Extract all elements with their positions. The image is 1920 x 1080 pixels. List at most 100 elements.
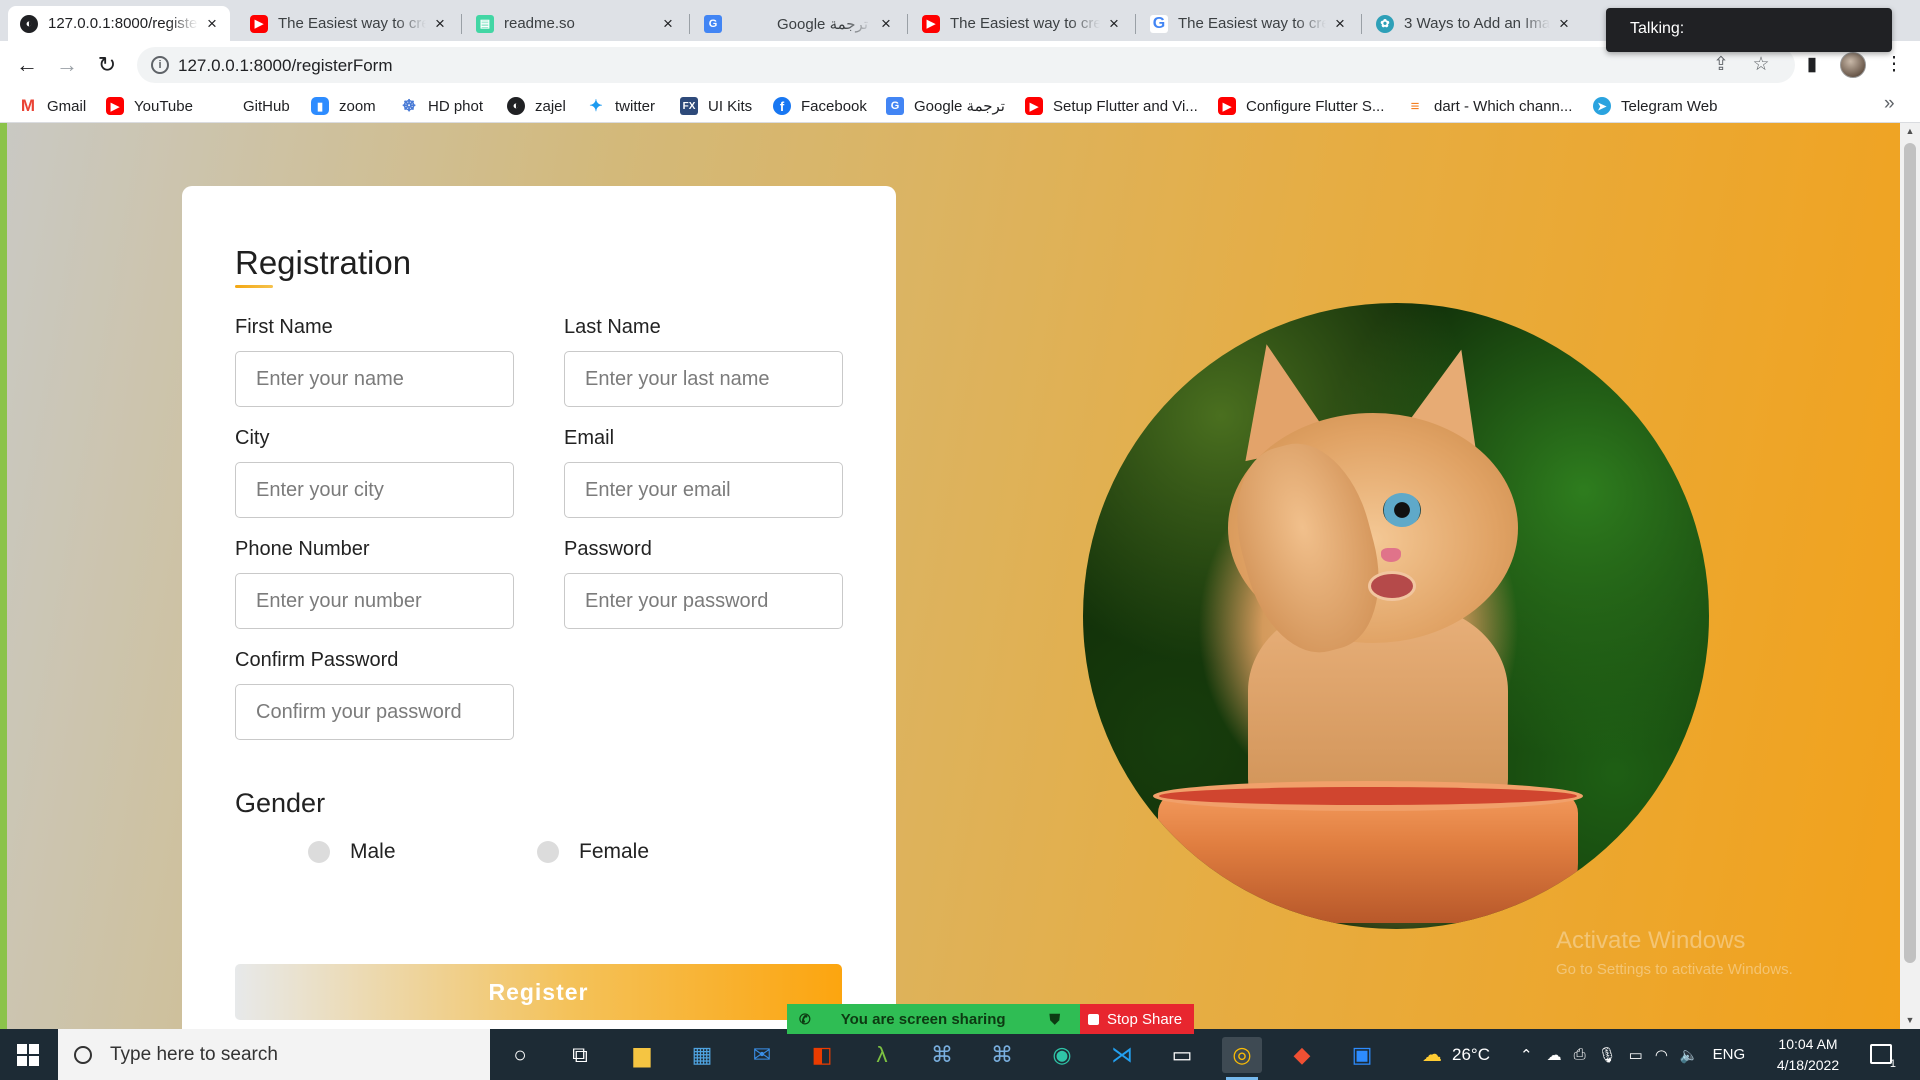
close-icon[interactable]: × [1556, 14, 1572, 34]
bookmarks-overflow-button[interactable]: » [1884, 93, 1895, 115]
app-icon[interactable]: ⌘ [982, 1037, 1022, 1073]
page-scrollbar[interactable]: ▲ ▼ [1900, 123, 1920, 1029]
microphone-icon[interactable]: 🎙 [1598, 1046, 1617, 1064]
close-icon[interactable]: × [660, 14, 676, 34]
bookmark-dart-channel[interactable]: ≡ dart - Which chann... [1406, 95, 1573, 117]
bookmark-hd-photos[interactable]: ☸ HD phot [400, 95, 483, 117]
radio-circle[interactable] [308, 841, 330, 863]
tab-easiest-way-2[interactable]: ▶ The Easiest way to create × [910, 6, 1132, 41]
bookmark-ui-kits[interactable]: FX UI Kits [680, 95, 752, 117]
bookmark-configure-flutter[interactable]: ▶ Configure Flutter S... [1218, 95, 1384, 117]
close-icon[interactable]: × [1106, 14, 1122, 34]
youtube-icon: ▶ [106, 97, 124, 115]
bookmark-youtube[interactable]: ▶ YouTube [106, 95, 193, 117]
bookmark-gmail[interactable]: M Gmail [19, 95, 86, 117]
tab-google-translate[interactable]: G Google ترجمة × [692, 6, 904, 41]
store-icon[interactable]: ▦ [682, 1037, 722, 1073]
chrome-icon[interactable]: ◎ [1222, 1037, 1262, 1080]
bookmark-zoom[interactable]: ▮ zoom [311, 95, 376, 117]
tab-readme[interactable]: ▤ readme.so × [464, 6, 686, 41]
phone-input[interactable] [235, 573, 514, 629]
cortana-icon[interactable]: ○ [500, 1037, 540, 1073]
scrollbar-thumb[interactable] [1904, 143, 1916, 963]
reload-button[interactable]: ↻ [91, 49, 123, 81]
vscode-icon[interactable]: ⋊ [1102, 1037, 1142, 1073]
scroll-up-arrow-icon[interactable]: ▲ [1905, 126, 1915, 136]
first-name-input[interactable] [235, 351, 514, 407]
gender-radio-male[interactable]: Male [308, 840, 396, 864]
bookmark-zajel[interactable]: ◐ zajel [507, 95, 566, 117]
language-indicator[interactable]: ENG [1713, 1046, 1746, 1063]
city-input[interactable] [235, 462, 514, 518]
tab-title: readme.so [504, 15, 575, 32]
zoom-icon[interactable]: ▣ [1342, 1037, 1382, 1073]
bookmark-label: zajel [535, 97, 566, 115]
close-icon[interactable]: × [432, 14, 448, 34]
city-label: City [235, 427, 270, 449]
chevron-up-icon[interactable]: ⌃ [1520, 1046, 1533, 1064]
mail-icon[interactable]: ✉ [742, 1037, 782, 1073]
tab-easiest-way-google[interactable]: G The Easiest way to create × [1138, 6, 1358, 41]
taskbar-search[interactable]: Type here to search [58, 1029, 490, 1080]
menu-kebab-icon[interactable]: ⋮ [1882, 53, 1906, 77]
battery-icon[interactable]: ▭ [1629, 1046, 1643, 1064]
office-icon[interactable]: ◧ [802, 1037, 842, 1073]
volume-icon[interactable]: 🔈 [1680, 1046, 1699, 1064]
notification-center-icon[interactable]: 1 [1870, 1044, 1896, 1070]
radio-circle[interactable] [537, 841, 559, 863]
edge-icon[interactable]: ◉ [1042, 1037, 1082, 1073]
gender-radio-female[interactable]: Female [537, 840, 649, 864]
close-icon[interactable]: × [1332, 14, 1348, 34]
git-icon[interactable]: ◆ [1282, 1037, 1322, 1073]
stop-share-button[interactable]: Stop Share [1080, 1004, 1194, 1034]
back-button[interactable]: ← [11, 49, 43, 81]
wifi-icon[interactable]: ◠ [1655, 1046, 1668, 1064]
cloud-sync-icon[interactable]: ☁ [1547, 1046, 1562, 1064]
last-name-input[interactable] [564, 351, 843, 407]
url-text[interactable]: 127.0.0.1:8000/registerForm [178, 56, 393, 76]
usb-icon[interactable]: ⎙ [1574, 1046, 1586, 1063]
bookmark-google-translate[interactable]: G Google ترجمة [886, 95, 1005, 117]
bookmark-telegram[interactable]: ➤ Telegram Web [1593, 95, 1717, 117]
tab-separator [1135, 14, 1136, 34]
last-name-label: Last Name [564, 316, 661, 338]
tab-separator [907, 14, 908, 34]
side-panel-icon[interactable]: ▮ [1800, 53, 1824, 77]
register-button[interactable]: Register [235, 964, 842, 1020]
bookmark-github[interactable]: GitHub [215, 95, 290, 117]
email-input[interactable] [564, 462, 843, 518]
info-icon[interactable]: i [151, 56, 169, 74]
close-icon[interactable]: × [204, 14, 220, 34]
terminal-icon[interactable]: ▭ [1162, 1037, 1202, 1073]
tab-add-image[interactable]: ✿ 3 Ways to Add an Image × [1364, 6, 1582, 41]
task-view-icon[interactable]: ⧉ [560, 1037, 600, 1073]
profile-avatar[interactable] [1840, 52, 1866, 78]
lambda-icon[interactable]: λ [862, 1037, 902, 1073]
screen-share-status[interactable]: ✆ You are screen sharing ⛊ [787, 1004, 1080, 1034]
close-icon[interactable]: × [878, 14, 894, 34]
confirm-password-label: Confirm Password [235, 649, 399, 671]
forward-button[interactable]: → [51, 49, 83, 81]
bookmark-facebook[interactable]: f Facebook [773, 95, 867, 117]
bookmark-setup-flutter[interactable]: ▶ Setup Flutter and Vi... [1025, 95, 1198, 117]
address-bar[interactable]: i 127.0.0.1:8000/registerForm ⇪ ☆ [137, 47, 1795, 83]
confirm-password-input[interactable] [235, 684, 514, 740]
system-clock[interactable]: 10:04 AM 4/18/2022 [1762, 1034, 1854, 1076]
app-icon[interactable]: ⌘ [922, 1037, 962, 1073]
gmail-icon: M [20, 96, 36, 115]
bookmark-label: Facebook [801, 97, 867, 115]
kitten-eye [1383, 493, 1421, 527]
tab-register-form[interactable]: ◐ 127.0.0.1:8000/registerForm × [8, 6, 230, 41]
tab-easiest-way[interactable]: ▶ The Easiest way to create × [238, 6, 458, 41]
password-input[interactable] [564, 573, 843, 629]
bookmark-twitter[interactable]: ✦ twitter [587, 95, 655, 117]
scroll-down-arrow-icon[interactable]: ▼ [1905, 1015, 1915, 1025]
share-icon[interactable]: ⇪ [1710, 54, 1732, 76]
gender-heading: Gender [235, 788, 326, 818]
youtube-icon: ▶ [1218, 97, 1236, 115]
weather-widget[interactable]: ☁ 26°C [1422, 1029, 1490, 1080]
globe-icon: ◐ [507, 97, 525, 115]
bookmark-star-icon[interactable]: ☆ [1750, 54, 1772, 76]
file-explorer-icon[interactable]: ▆ [622, 1037, 662, 1073]
windows-start-button[interactable] [17, 1044, 39, 1066]
